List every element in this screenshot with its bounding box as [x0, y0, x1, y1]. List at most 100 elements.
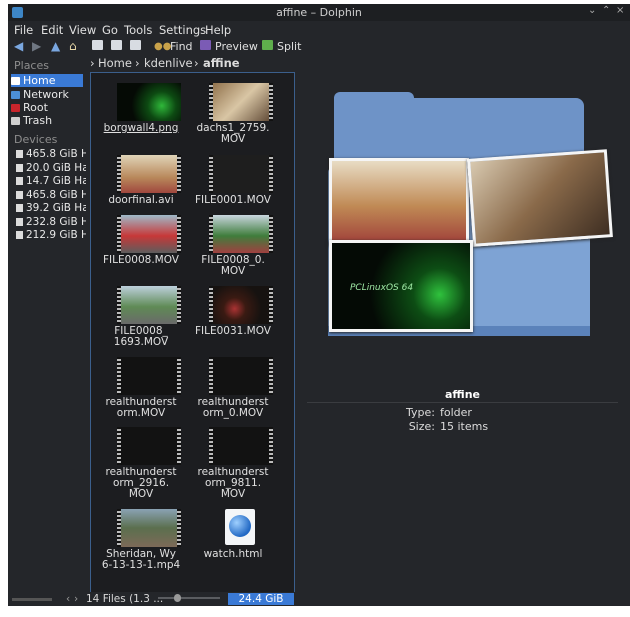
hard-drive-icon [16, 164, 23, 172]
file-item[interactable]: realthunderst orm_9811. MOV [185, 467, 281, 500]
places-item-network[interactable]: Network [11, 88, 83, 101]
globe-icon [229, 515, 251, 537]
device-item[interactable]: 232.8 GiB Ha [16, 216, 86, 229]
device-item[interactable]: 20.0 GiB Har [16, 162, 86, 175]
file-item[interactable]: FILE0008_ 1693.MOV [93, 326, 189, 348]
up-arrow-icon[interactable]: ▲ [51, 39, 60, 54]
file-thumbnail[interactable] [117, 427, 181, 465]
file-name: orm.MOV [116, 407, 166, 419]
file-item[interactable]: dachs1_2759. MOV [185, 123, 281, 145]
scroll-right-arrow-icon[interactable]: › [74, 593, 78, 605]
menu-help[interactable]: Help [205, 23, 231, 37]
home-icon[interactable]: ⌂ [69, 39, 77, 54]
file-name: watch.html [203, 548, 263, 560]
places-item-trash[interactable]: Trash [11, 114, 83, 127]
html-file-icon[interactable] [225, 509, 255, 545]
file-item[interactable]: watch.html [185, 549, 281, 560]
device-item[interactable]: 14.7 GiB Har [16, 175, 86, 188]
places-scrollbar[interactable] [12, 598, 52, 601]
file-item[interactable]: FILE0008_0. MOV [185, 255, 281, 277]
breadcrumb-home[interactable]: Home [98, 56, 132, 70]
places-item-root[interactable]: Root [11, 101, 83, 114]
dolphin-window: affine – Dolphin ⌄ ⌃ × File Edit View Go… [8, 4, 630, 617]
file-name: 6-13-13-1.mp4 [101, 559, 181, 571]
breadcrumb-kdenlive[interactable]: kdenlive [144, 56, 193, 70]
file-name: orm_0.MOV [202, 407, 264, 419]
device-item[interactable]: 39.2 GiB Har [16, 202, 86, 215]
file-item[interactable]: doorfinal.avi [93, 195, 189, 206]
compact-view-icon[interactable] [111, 39, 122, 54]
zoom-slider-handle[interactable] [174, 594, 181, 602]
network-icon [11, 91, 20, 99]
preview-photo-door [329, 158, 469, 246]
file-item[interactable]: FILE0031.MOV [185, 326, 281, 337]
menu-edit[interactable]: Edit [41, 23, 63, 37]
file-name: borgwall4.png [103, 122, 179, 134]
device-item[interactable]: 465.8 GiB Ha [16, 148, 86, 161]
breadcrumb-separator: › [194, 56, 199, 70]
file-thumbnail[interactable] [209, 215, 273, 253]
status-file-count: 14 Files (1.3 ... [86, 593, 164, 605]
file-item[interactable]: realthunderst orm_2916. MOV [93, 467, 189, 500]
menu-go[interactable]: Go [102, 23, 118, 37]
file-thumbnail[interactable] [209, 427, 273, 465]
menu-view[interactable]: View [69, 23, 96, 37]
zoom-slider[interactable] [158, 597, 220, 599]
find-button[interactable]: Find [170, 40, 193, 53]
file-thumbnail[interactable] [209, 155, 273, 193]
icons-view-icon[interactable] [92, 39, 103, 54]
file-item[interactable]: Sheridan, Wy 6-13-13-1.mp4 [93, 549, 189, 571]
home-icon [11, 77, 20, 85]
forward-arrow-icon[interactable]: ▶ [32, 39, 41, 54]
details-view-icon[interactable] [130, 39, 141, 54]
file-item[interactable]: FILE0001.MOV [185, 195, 281, 206]
menu-tools[interactable]: Tools [124, 23, 152, 37]
breadcrumb-affine[interactable]: affine [203, 56, 240, 70]
places-item-home[interactable]: Home [11, 74, 83, 87]
file-thumbnail[interactable] [117, 83, 181, 121]
maximize-button[interactable]: ⌃ [602, 5, 610, 16]
file-item[interactable]: borgwall4.png [93, 123, 189, 134]
free-space-indicator: 24.4 GiB free [228, 593, 294, 617]
hard-drive-icon [16, 218, 23, 226]
device-item[interactable]: 465.8 GiB Ha [16, 189, 86, 202]
file-thumbnail[interactable] [117, 357, 181, 395]
binoculars-icon[interactable]: ●● [154, 39, 171, 54]
file-thumbnail[interactable] [117, 215, 181, 253]
hard-drive-icon [16, 191, 23, 199]
menu-file[interactable]: File [14, 23, 33, 37]
file-name: MOV [128, 488, 154, 500]
file-name: MOV [220, 265, 246, 277]
file-view[interactable]: borgwall4.png dachs1_2759. MOV doorfinal… [90, 72, 295, 594]
device-item[interactable]: 212.9 GiB Ha [16, 229, 86, 242]
file-item[interactable]: realthunderst orm_0.MOV [185, 397, 281, 419]
places-panel: Places Home Network Root Trash Devices 4… [8, 56, 86, 588]
info-type-label: Type: [406, 406, 435, 419]
split-icon[interactable] [262, 39, 273, 54]
hard-drive-icon [16, 204, 23, 212]
breadcrumb: › Home › kdenlive › affine [90, 56, 300, 72]
file-thumbnail[interactable] [117, 155, 181, 193]
file-thumbnail[interactable] [209, 357, 273, 395]
menu-settings[interactable]: Settings [159, 23, 206, 37]
info-separator [307, 402, 618, 403]
file-thumbnail[interactable] [117, 509, 181, 547]
info-size-label: Size: [408, 420, 435, 433]
split-button[interactable]: Split [277, 40, 301, 53]
minimize-button[interactable]: ⌄ [588, 5, 596, 16]
hard-drive-icon [16, 177, 23, 185]
file-thumbnail[interactable] [117, 286, 181, 324]
file-thumbnail[interactable] [209, 286, 273, 324]
file-name: MOV [220, 133, 246, 145]
hard-drive-icon [16, 150, 23, 158]
preview-icon[interactable] [200, 39, 211, 54]
preview-photo-dogs [467, 149, 613, 247]
file-name: doorfinal.avi [108, 194, 174, 206]
back-arrow-icon[interactable]: ◀ [14, 39, 23, 54]
close-button[interactable]: × [616, 5, 624, 16]
file-item[interactable]: realthunderst orm.MOV [93, 397, 189, 419]
scroll-left-arrow-icon[interactable]: ‹ [66, 593, 70, 605]
file-thumbnail[interactable] [209, 83, 273, 121]
preview-button[interactable]: Preview [215, 40, 258, 53]
file-item[interactable]: FILE0008.MOV [93, 255, 189, 266]
